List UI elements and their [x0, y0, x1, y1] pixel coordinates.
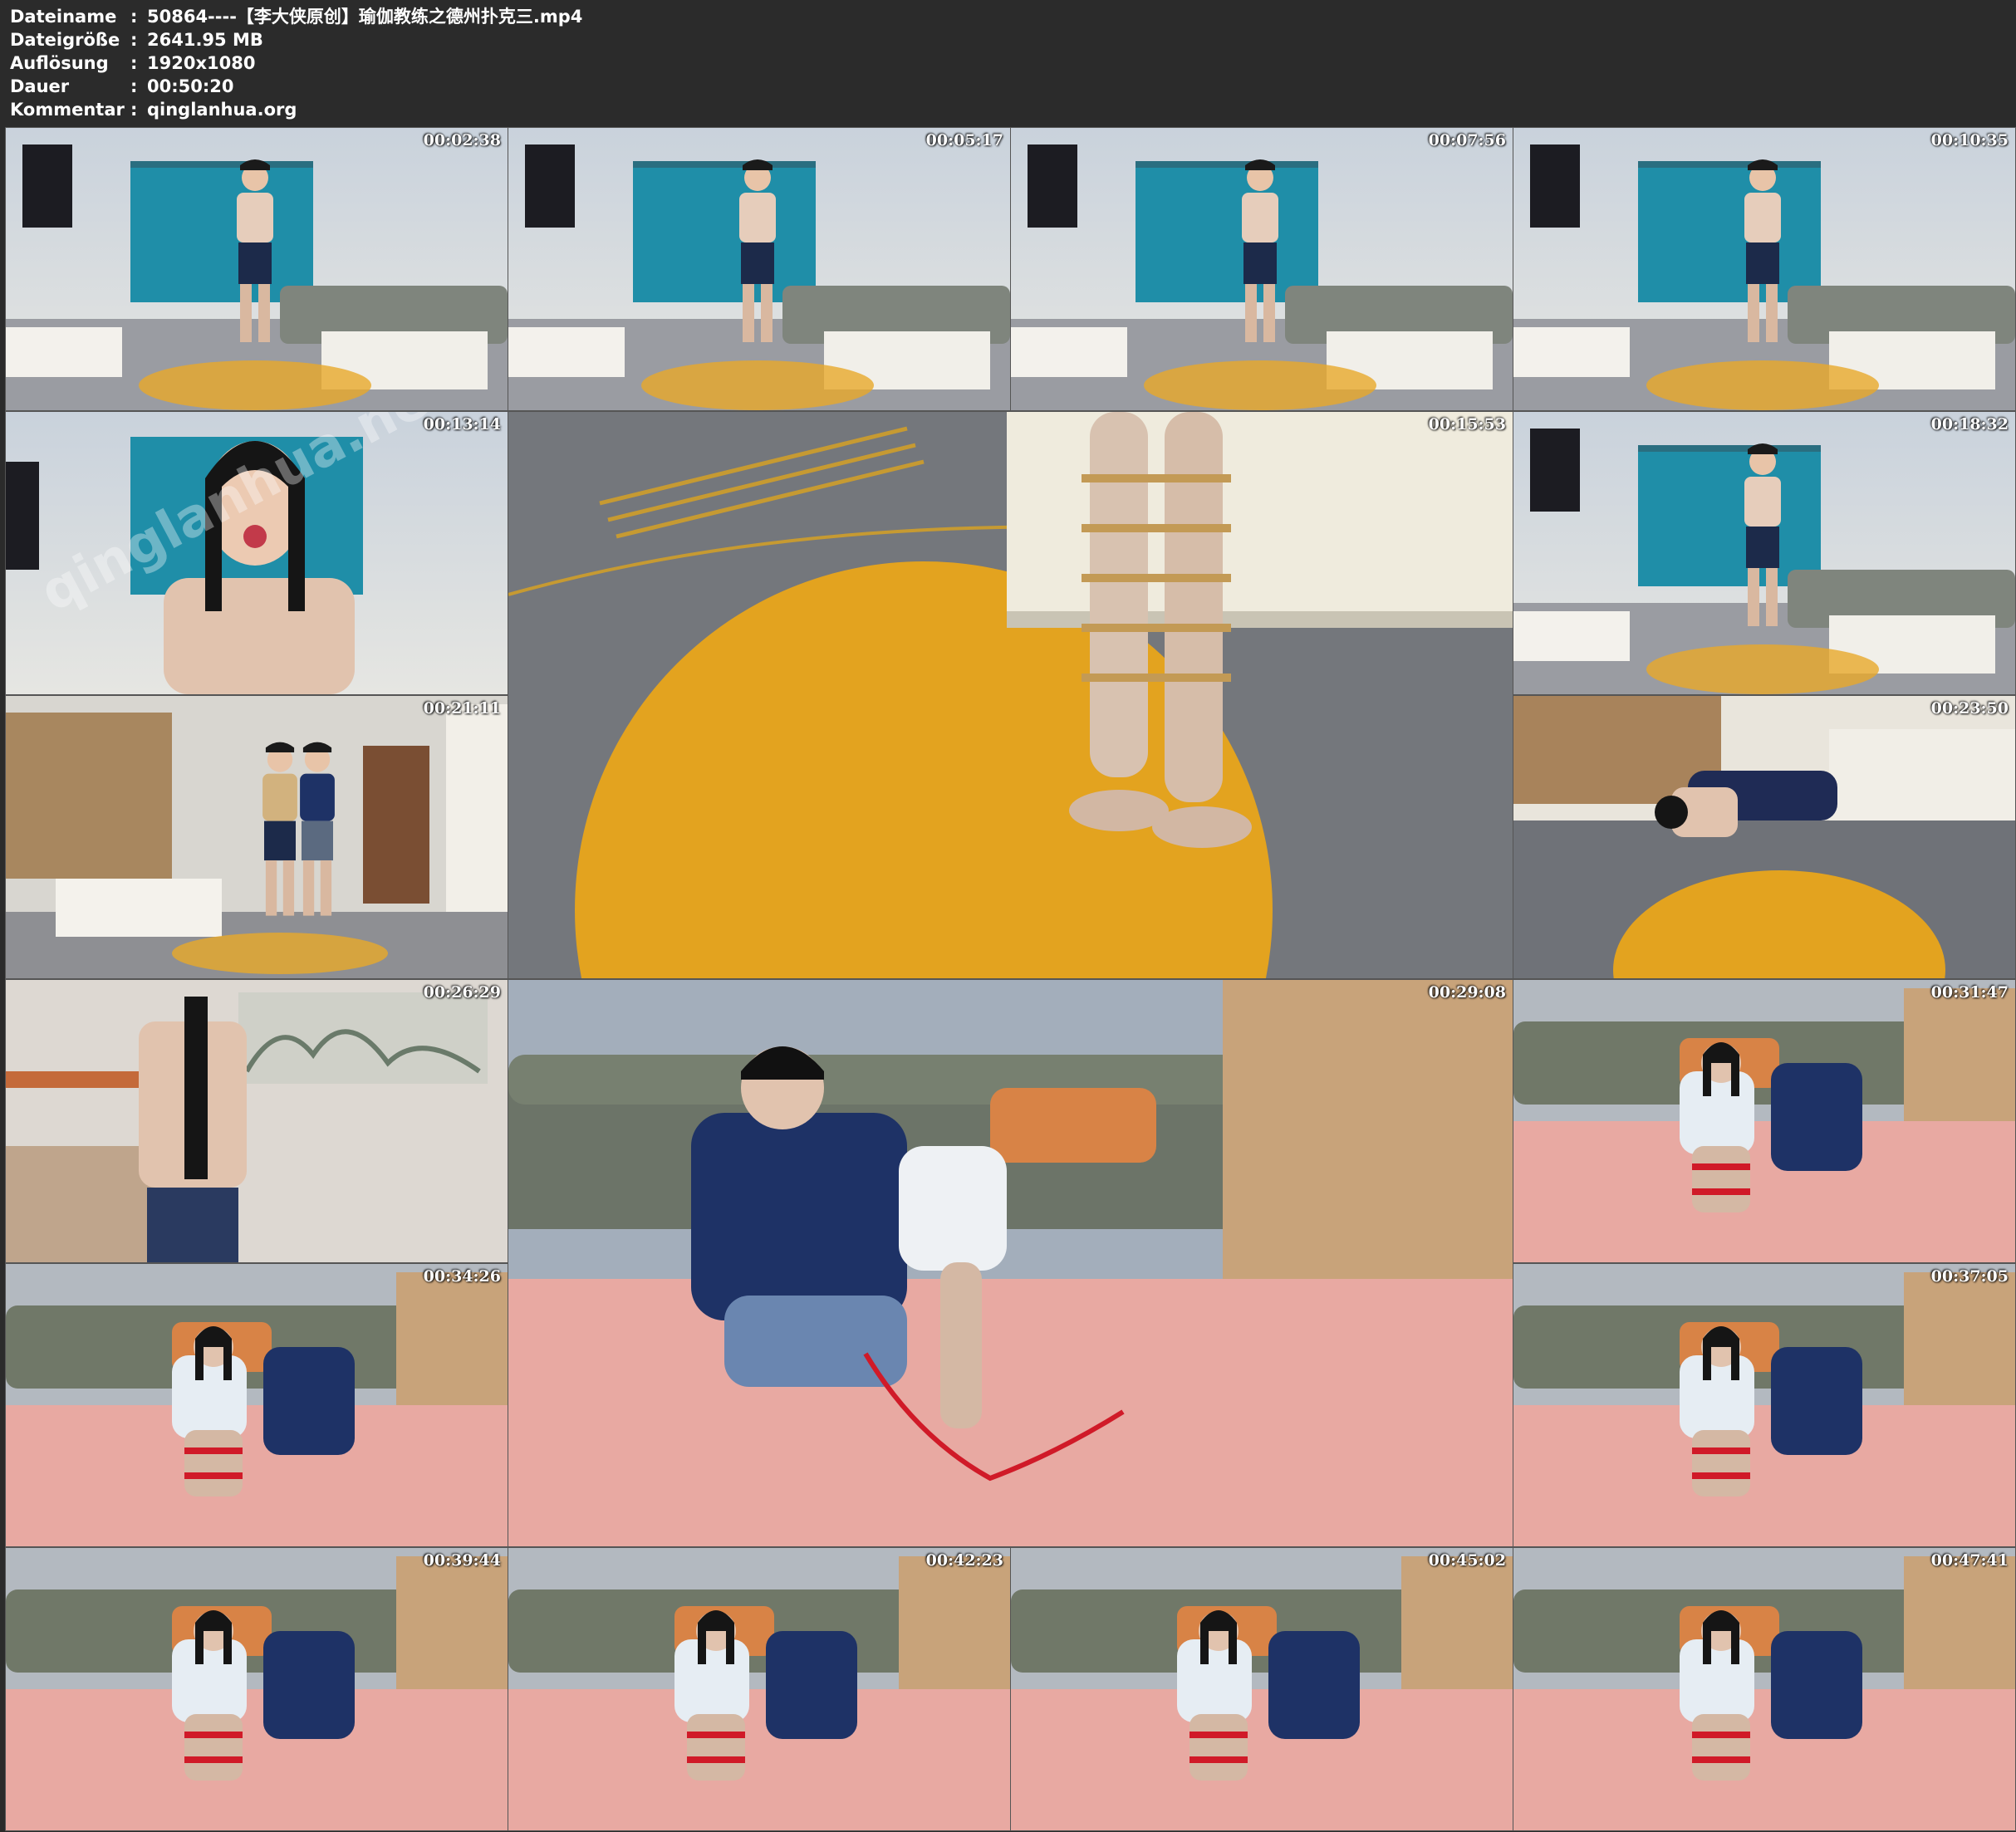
- thumbnail-timestamp: 00:45:02: [1428, 1551, 1506, 1570]
- video-thumbnail[interactable]: 00:15:53: [508, 411, 1513, 979]
- info-row-duration: Dauer : 00:50:20: [10, 75, 2004, 98]
- video-thumbnail[interactable]: 00:29:08: [508, 979, 1513, 1547]
- video-thumbnail[interactable]: 00:02:38: [5, 127, 508, 411]
- video-thumbnail[interactable]: 00:42:23: [508, 1547, 1011, 1831]
- thumbnail-timestamp: 00:26:29: [423, 983, 501, 1002]
- info-value: 00:50:20: [147, 76, 234, 96]
- info-label: Kommentar: [10, 100, 125, 120]
- thumbnail-timestamp: 00:21:11: [423, 699, 501, 718]
- thumbnail-timestamp: 00:42:23: [925, 1551, 1003, 1570]
- thumbnail-timestamp: 00:31:47: [1930, 983, 2009, 1002]
- info-colon: :: [130, 100, 138, 120]
- thumbnail-image: [1011, 1548, 1513, 1830]
- video-thumbnail[interactable]: 00:10:35: [1513, 127, 2016, 411]
- video-thumbnail[interactable]: 00:21:11: [5, 695, 508, 979]
- thumbnail-image: [1513, 1548, 2015, 1830]
- info-value: 1920x1080: [147, 53, 256, 73]
- thumbnail-image: [1513, 128, 2015, 410]
- thumbnail-timestamp: 00:07:56: [1428, 131, 1506, 149]
- thumbnail-image: [6, 128, 508, 410]
- info-row-filename: Dateiname : 50864----【李大侠原创】瑜伽教练之德州扑克三.m…: [10, 5, 2004, 28]
- video-thumbnail[interactable]: 00:05:17: [508, 127, 1011, 411]
- video-thumbnail[interactable]: 00:31:47: [1513, 979, 2016, 1263]
- info-colon: :: [130, 53, 138, 73]
- info-colon: :: [130, 30, 138, 50]
- thumbnail-image: [1513, 696, 2015, 978]
- thumbnail-timestamp: 00:47:41: [1930, 1551, 2009, 1570]
- thumbnail-timestamp: 00:37:05: [1930, 1267, 2009, 1286]
- thumbnail-image: [1513, 980, 2015, 1262]
- info-row-filesize: Dateigröße : 2641.95 MB: [10, 28, 2004, 51]
- video-thumbnail[interactable]: 00:37:05: [1513, 1263, 2016, 1547]
- thumbnail-timestamp: 00:34:26: [423, 1267, 501, 1286]
- thumbnail-image: [508, 1548, 1010, 1830]
- thumbnail-image: [1513, 412, 2015, 694]
- info-colon: :: [130, 7, 138, 27]
- video-thumbnail[interactable]: 00:39:44: [5, 1547, 508, 1831]
- thumbnail-timestamp: 00:05:17: [925, 131, 1003, 149]
- thumbnail-timestamp: 00:02:38: [423, 131, 501, 149]
- info-value: qinglanhua.org: [147, 100, 297, 120]
- video-thumbnail[interactable]: 00:07:56: [1010, 127, 1513, 411]
- video-thumbnail[interactable]: 00:26:29: [5, 979, 508, 1263]
- video-thumbnail[interactable]: 00:18:32: [1513, 411, 2016, 695]
- thumbnail-image: [6, 696, 508, 978]
- thumbnail-image: [1011, 128, 1513, 410]
- thumbnail-timestamp: 00:10:35: [1930, 131, 2009, 149]
- thumbnail-image: [508, 980, 1513, 1546]
- info-label: Dateigröße: [10, 30, 120, 50]
- thumbnail-timestamp: 00:15:53: [1428, 415, 1506, 434]
- thumbnail-timestamp: 00:29:08: [1428, 983, 1506, 1002]
- thumbnail-image: [6, 980, 508, 1262]
- thumbnail-timestamp: 00:39:44: [423, 1551, 501, 1570]
- thumbnail-timestamp: 00:23:50: [1930, 699, 2009, 718]
- thumbnail-image: [6, 1548, 508, 1830]
- info-label: Dateiname: [10, 7, 117, 27]
- video-thumbnail[interactable]: 00:45:02: [1010, 1547, 1513, 1831]
- info-row-comment: Kommentar : qinglanhua.org: [10, 98, 2004, 121]
- info-label: Auflösung: [10, 53, 109, 73]
- video-thumbnail[interactable]: 00:23:50: [1513, 695, 2016, 979]
- thumbnail-image: [6, 1264, 508, 1546]
- video-thumbnail[interactable]: 00:34:26: [5, 1263, 508, 1547]
- thumbnail-image: [1513, 1264, 2015, 1546]
- video-thumbnail[interactable]: 00:47:41: [1513, 1547, 2016, 1831]
- file-info-header: Dateiname : 50864----【李大侠原创】瑜伽教练之德州扑克三.m…: [10, 5, 2004, 121]
- info-label: Dauer: [10, 76, 70, 96]
- info-value: 2641.95 MB: [147, 30, 263, 50]
- info-colon: :: [130, 76, 138, 96]
- info-row-resolution: Auflösung : 1920x1080: [10, 51, 2004, 75]
- thumbnail-image: [508, 412, 1513, 978]
- thumbnail-timestamp: 00:18:32: [1930, 415, 2009, 434]
- thumbnail-image: [508, 128, 1010, 410]
- video-thumbnail[interactable]: 00:13:14 qinglanhua.net: [5, 411, 508, 695]
- info-value: 50864----【李大侠原创】瑜伽教练之德州扑克三.mp4: [147, 7, 583, 27]
